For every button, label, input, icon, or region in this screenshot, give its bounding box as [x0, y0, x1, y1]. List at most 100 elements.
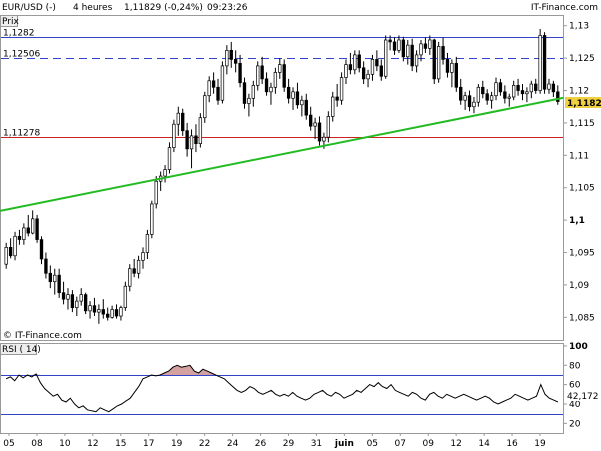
candle-body [278, 64, 282, 73]
candle-body [454, 62, 458, 88]
candle-body [309, 114, 313, 127]
candle-body [53, 274, 57, 283]
price-tick-label: 1,095 [569, 249, 595, 259]
candle-body [423, 43, 428, 49]
candle-body [331, 96, 335, 117]
x-axis: 05 08 10 12 15 17 19 22 24 26 29 31 juin 05 07 09 12 14 16… [3, 433, 546, 449]
candle-body [233, 59, 238, 64]
candle-body [92, 305, 97, 313]
candle-body [370, 59, 375, 75]
x-tick-label: 31 [311, 439, 322, 449]
candle-body [260, 65, 264, 80]
candle-body [397, 39, 401, 51]
brand-label: IT-Finance.com [531, 3, 598, 13]
candle-body [335, 96, 339, 101]
candle-body [375, 59, 379, 67]
candle-body [401, 39, 406, 58]
candle-body [176, 112, 180, 125]
x-tick-label: 05 [3, 439, 14, 449]
candle-body [472, 101, 476, 108]
x-tick-label: 26 [255, 439, 267, 449]
candle-body [459, 86, 463, 101]
candle-body [242, 82, 247, 104]
candle-body [220, 65, 225, 101]
candle-body [485, 93, 489, 101]
candle-body [529, 83, 533, 93]
candle-body [123, 285, 128, 308]
candle-body [75, 300, 79, 308]
candle-body [339, 77, 344, 101]
level-label: 1,12506 [3, 50, 40, 60]
candle-body [154, 180, 158, 205]
candle-body [17, 235, 22, 240]
price-tick-label: 1,09 [569, 281, 589, 291]
candle-body [419, 43, 423, 56]
candle-body [22, 227, 26, 240]
candle-body [406, 44, 410, 58]
candle-body [295, 91, 300, 106]
candle-body [511, 84, 516, 98]
x-tick-label: 15 [115, 439, 126, 449]
candle-body [88, 305, 92, 312]
candle-body [520, 90, 525, 95]
candle-body [498, 82, 503, 93]
candle-body [269, 86, 273, 93]
x-tick-label: 08 [31, 439, 43, 449]
price-tick-label: 1,12 [569, 87, 589, 97]
level-label: 1,11278 [3, 129, 40, 139]
candle-body [494, 82, 498, 97]
candle-body [26, 227, 30, 234]
candle-body [238, 62, 242, 84]
candle-body [185, 130, 189, 150]
price-axis: 1,085 1,09 1,095 1,1 1,105 1,11 1,115 1,12 1,125… [563, 22, 595, 323]
x-tick-label: 05 [367, 439, 378, 449]
candle-body [322, 136, 326, 142]
rsi-tick-label: 80 [569, 361, 581, 371]
x-tick-label: 24 [227, 439, 239, 449]
candle-body [467, 95, 472, 108]
x-tick-label: 19 [171, 439, 183, 449]
last-change-label: 1,11829 (-0,24%) [124, 3, 203, 13]
candle-body [476, 86, 481, 103]
candle-body [128, 268, 132, 287]
candle-body [225, 49, 229, 67]
candle-body [392, 41, 397, 51]
price-tick-label: 1,085 [569, 313, 595, 323]
candle-body [194, 135, 198, 145]
candle-body [489, 95, 494, 101]
rsi-value-tag: 42,172 [565, 390, 601, 402]
price-tick-label: 1,13 [569, 22, 589, 32]
candle-body [432, 39, 436, 80]
x-tick-label: juin [334, 439, 354, 449]
candle-body [304, 99, 308, 116]
candle-body [291, 91, 295, 99]
candle-body [207, 80, 211, 97]
candle-body [551, 83, 556, 93]
candle-body [247, 97, 251, 104]
candle-body [132, 268, 136, 274]
x-tick-label: 22 [199, 439, 210, 449]
candle-body [388, 39, 392, 43]
candle-body [106, 313, 110, 318]
candle-body [57, 274, 61, 294]
price-tick-label: 1,115 [569, 119, 595, 129]
candle-body [361, 67, 366, 80]
last-price-tag: 1,11829 [565, 97, 601, 109]
candle-body [273, 72, 278, 88]
price-tick-label: 1,11 [569, 151, 589, 161]
x-tick-label: 10 [59, 439, 71, 449]
price-tick-label: 1,1 [569, 216, 585, 226]
x-tick-label: 12 [450, 439, 461, 449]
candle-body [83, 294, 88, 312]
candle-body [198, 117, 203, 145]
timeframe-label: 4 heures [73, 3, 113, 13]
candle-body [145, 234, 150, 253]
candle-body [317, 122, 322, 142]
price-panel [0, 15, 564, 341]
candle-body [525, 91, 529, 95]
candle-body [282, 64, 286, 88]
level-label: 1,1282 [3, 29, 35, 39]
candle-body [141, 252, 145, 261]
candle-body [44, 258, 48, 274]
candle-body [110, 309, 114, 318]
